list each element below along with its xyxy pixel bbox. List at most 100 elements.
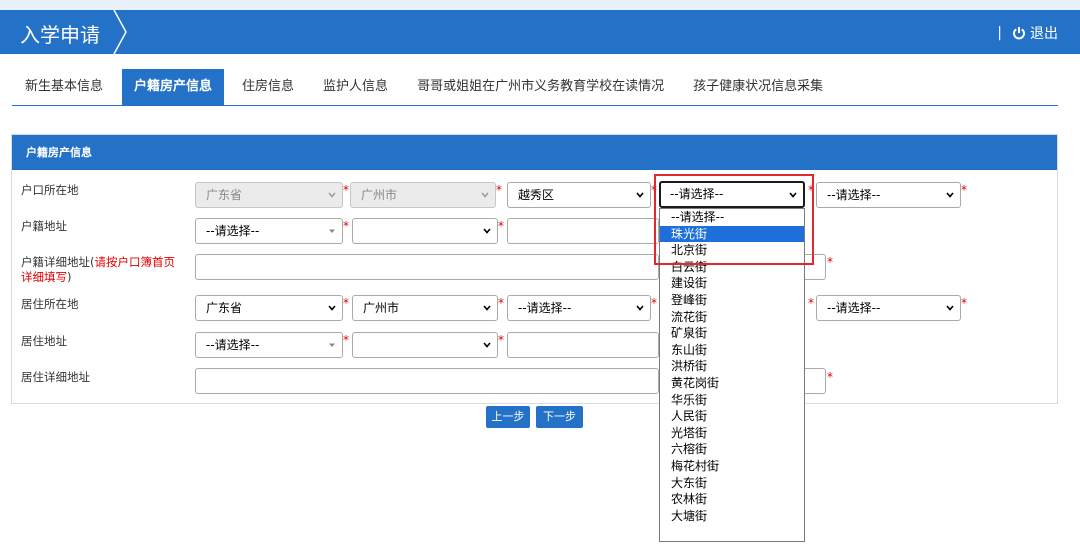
- residence-community-value: --请选择--: [827, 301, 881, 315]
- prev-step-button[interactable]: 上一步: [486, 406, 530, 428]
- dropdown-option[interactable]: 东山街: [660, 342, 804, 359]
- chevron-down-icon: [946, 305, 954, 311]
- hukou-community-select[interactable]: --请选择--: [816, 182, 961, 208]
- dropdown-option[interactable]: 农林街: [660, 491, 804, 508]
- dropdown-option[interactable]: 华乐街: [660, 392, 804, 409]
- dropdown-option[interactable]: 北京街: [660, 242, 804, 259]
- required-mark: *: [808, 296, 814, 310]
- street-dropdown-list: --请选择-- 珠光街 北京街 白云街 建设街 登峰街 流花街 矿泉街 东山街 …: [659, 208, 805, 542]
- hukou-city-value: 广州市: [361, 188, 398, 202]
- hukou-road-select[interactable]: [352, 218, 498, 244]
- dropdown-option[interactable]: 大东街: [660, 475, 804, 492]
- dropdown-option-highlighted[interactable]: 珠光街: [660, 225, 804, 243]
- chevron-down-icon: [483, 305, 491, 311]
- tab-hukou-property-info[interactable]: 户籍房产信息: [122, 69, 225, 105]
- hukou-community-value: --请选择--: [827, 188, 881, 202]
- chevron-down-icon: [483, 342, 491, 348]
- hukou-district-value: 越秀区: [518, 188, 555, 202]
- tab-bar: 新生基本信息 户籍房产信息 住房信息 监护人信息 哥哥或姐姐在广州市义务教育学校…: [12, 69, 1058, 106]
- dropdown-option[interactable]: 光塔街: [660, 425, 804, 442]
- dropdown-option[interactable]: 矿泉街: [660, 325, 804, 342]
- caret-down-icon: [329, 343, 335, 347]
- dropdown-option[interactable]: 建设街: [660, 275, 804, 292]
- hukou-city-select: 广州市: [350, 182, 496, 208]
- hukou-street-select[interactable]: --请选择--: [659, 181, 805, 208]
- residence-detail-label: 居住详细地址: [21, 370, 90, 384]
- top-banner-strip: [0, 0, 1080, 10]
- required-mark: *: [343, 333, 349, 347]
- dropdown-option[interactable]: 黄花岗街: [660, 375, 804, 392]
- required-mark: *: [827, 370, 833, 384]
- chevron-down-icon: [328, 305, 336, 311]
- residence-district-select[interactable]: --请选择--: [507, 295, 651, 321]
- required-mark: *: [343, 183, 349, 197]
- required-mark: *: [651, 296, 657, 310]
- required-mark: *: [498, 333, 504, 347]
- hukou-detail-label-suffix: ): [67, 270, 72, 284]
- chevron-down-icon: [328, 192, 336, 198]
- chevron-down-icon: [636, 305, 644, 311]
- dropdown-option[interactable]: 洪桥街: [660, 358, 804, 375]
- required-mark: *: [496, 183, 502, 197]
- hukou-location-label: 户口所在地: [21, 183, 79, 197]
- chevron-down-icon: [483, 228, 491, 234]
- hukou-district-select[interactable]: 越秀区: [507, 182, 651, 208]
- required-mark: *: [808, 183, 814, 197]
- dropdown-option[interactable]: 大塘街: [660, 508, 804, 525]
- hukou-address-number-input[interactable]: [507, 218, 659, 244]
- required-mark: *: [961, 296, 967, 310]
- breadcrumb-chevron-icon: [113, 10, 127, 54]
- tab-guardian-info[interactable]: 监护人信息: [323, 69, 388, 105]
- tab-student-basic-info[interactable]: 新生基本信息: [25, 69, 103, 105]
- next-step-button[interactable]: 下一步: [536, 406, 583, 428]
- dropdown-option[interactable]: 梅花村街: [660, 458, 804, 475]
- hukou-province-select: 广东省: [195, 182, 343, 208]
- hukou-address-label: 户籍地址: [21, 219, 67, 233]
- required-mark: *: [961, 183, 967, 197]
- residence-city-select[interactable]: 广州市: [352, 295, 498, 321]
- dropdown-option[interactable]: 白云街: [660, 259, 804, 276]
- hukou-address-type-value: --请选择--: [206, 224, 260, 238]
- residence-road-select[interactable]: [352, 332, 498, 358]
- required-mark: *: [498, 296, 504, 310]
- header-actions: | 退出: [997, 23, 1058, 43]
- hukou-province-value: 广东省: [206, 188, 243, 202]
- tab-child-health-info[interactable]: 孩子健康状况信息采集: [693, 69, 823, 105]
- chevron-down-icon: [481, 192, 489, 198]
- tab-housing-info[interactable]: 住房信息: [242, 69, 294, 105]
- dropdown-option[interactable]: 六榕街: [660, 441, 804, 458]
- residence-detail-address-input-end: [805, 368, 826, 394]
- required-mark: *: [343, 296, 349, 310]
- residence-detail-address-input[interactable]: [195, 368, 659, 394]
- residence-address-number-input[interactable]: [507, 332, 659, 358]
- hukou-detail-label-prefix: 户籍详细地址(: [21, 255, 95, 269]
- dropdown-option[interactable]: --请选择--: [660, 209, 804, 226]
- chevron-down-icon: [636, 192, 644, 198]
- dropdown-option[interactable]: 流花街: [660, 309, 804, 326]
- residence-location-label: 居住所在地: [21, 297, 79, 311]
- hukou-street-value: --请选择--: [670, 187, 724, 201]
- header-separator: |: [997, 25, 1002, 41]
- residence-address-type-select[interactable]: --请选择--: [195, 332, 343, 358]
- page-title: 入学申请: [20, 23, 100, 47]
- residence-province-value: 广东省: [206, 301, 243, 315]
- hukou-detail-label: 户籍详细地址(请按户口簿首页详细填写): [21, 255, 181, 285]
- app-header: 入学申请 | 退出: [0, 10, 1080, 54]
- chevron-down-icon: [789, 192, 797, 198]
- panel-title: 户籍房产信息: [12, 135, 1057, 170]
- hukou-address-type-select[interactable]: --请选择--: [195, 218, 343, 244]
- dropdown-option[interactable]: 登峰街: [660, 292, 804, 309]
- required-mark: *: [651, 183, 657, 197]
- power-icon: [1013, 27, 1025, 40]
- residence-city-value: 广州市: [363, 301, 400, 315]
- logout-button[interactable]: 退出: [1012, 23, 1058, 43]
- tab-sibling-school-info[interactable]: 哥哥或姐姐在广州市义务教育学校在读情况: [417, 69, 664, 105]
- residence-community-select[interactable]: --请选择--: [816, 295, 961, 321]
- required-mark: *: [827, 255, 833, 269]
- residence-district-value: --请选择--: [518, 301, 572, 315]
- residence-address-type-value: --请选择--: [206, 338, 260, 352]
- residence-province-select[interactable]: 广东省: [195, 295, 343, 321]
- dropdown-option[interactable]: 人民街: [660, 408, 804, 425]
- hukou-detail-address-input[interactable]: [195, 254, 659, 280]
- required-mark: *: [343, 219, 349, 233]
